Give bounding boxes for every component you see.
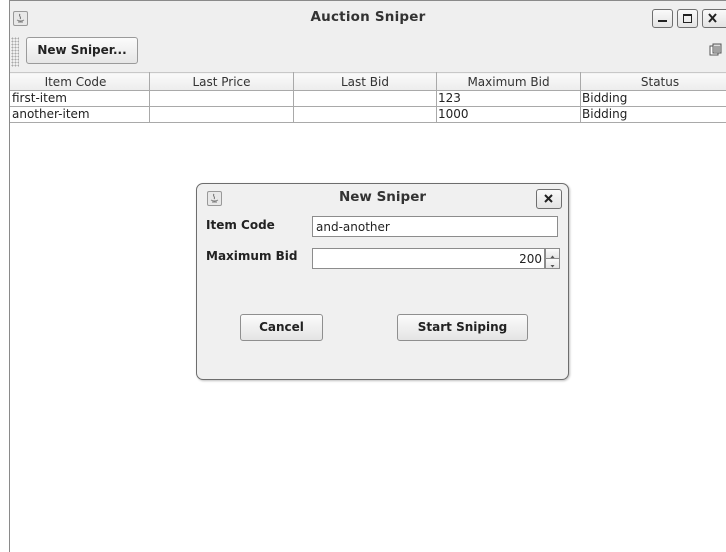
maximum-bid-field[interactable] [312, 248, 545, 269]
toolbar: New Sniper... [10, 34, 726, 72]
cell-last-price[interactable] [149, 90, 294, 107]
maximize-button[interactable] [677, 9, 698, 28]
maximize-icon [683, 14, 692, 23]
minimize-button[interactable] [652, 9, 673, 28]
table-row[interactable]: another-item 1000 Bidding [10, 106, 726, 123]
dialog-close-button[interactable] [536, 189, 562, 209]
spinner-down-button[interactable] [545, 258, 560, 269]
toolbar-grip[interactable] [11, 37, 19, 67]
cell-item-code[interactable]: first-item [10, 90, 150, 107]
cell-status[interactable]: Bidding [580, 106, 726, 123]
column-header-item-code[interactable]: Item Code [10, 72, 150, 91]
column-header-last-price[interactable]: Last Price [149, 72, 294, 91]
minimize-icon [658, 20, 667, 22]
cell-maximum-bid[interactable]: 1000 [436, 106, 581, 123]
table-row[interactable]: first-item 123 Bidding [10, 90, 726, 107]
item-code-field[interactable] [312, 216, 558, 237]
new-sniper-button[interactable]: New Sniper... [26, 37, 138, 64]
table-header-row: Item Code Last Price Last Bid Maximum Bi… [10, 72, 726, 91]
spinner-down-icon [550, 265, 555, 268]
main-window: Auction Sniper New Sniper... Item Code L… [9, 0, 726, 552]
cell-item-code[interactable]: another-item [10, 106, 150, 123]
cell-last-bid[interactable] [293, 106, 437, 123]
column-header-maximum-bid[interactable]: Maximum Bid [436, 72, 581, 91]
column-header-last-bid[interactable]: Last Bid [293, 72, 437, 91]
close-icon [544, 194, 553, 203]
title-bar[interactable]: Auction Sniper [10, 1, 726, 34]
cell-status[interactable]: Bidding [580, 90, 726, 107]
column-header-status[interactable]: Status [580, 72, 726, 91]
snipers-table[interactable]: Item Code Last Price Last Bid Maximum Bi… [10, 72, 726, 123]
cancel-button[interactable]: Cancel [240, 314, 323, 341]
cell-last-bid[interactable] [293, 90, 437, 107]
close-icon [708, 13, 717, 23]
close-window-button[interactable] [702, 9, 726, 28]
item-code-label: Item Code [206, 218, 275, 232]
cell-last-price[interactable] [149, 106, 294, 123]
maximum-bid-spinner[interactable] [312, 248, 560, 269]
new-sniper-dialog: New Sniper Item Code Maximum Bid Cancel [196, 183, 569, 380]
cell-maximum-bid[interactable]: 123 [436, 90, 581, 107]
start-sniping-button[interactable]: Start Sniping [397, 314, 528, 341]
window-title: Auction Sniper [310, 9, 426, 25]
dialog-title: New Sniper [338, 189, 427, 205]
maximum-bid-label: Maximum Bid [206, 249, 298, 263]
toolbar-overflow-icon[interactable] [709, 43, 723, 57]
